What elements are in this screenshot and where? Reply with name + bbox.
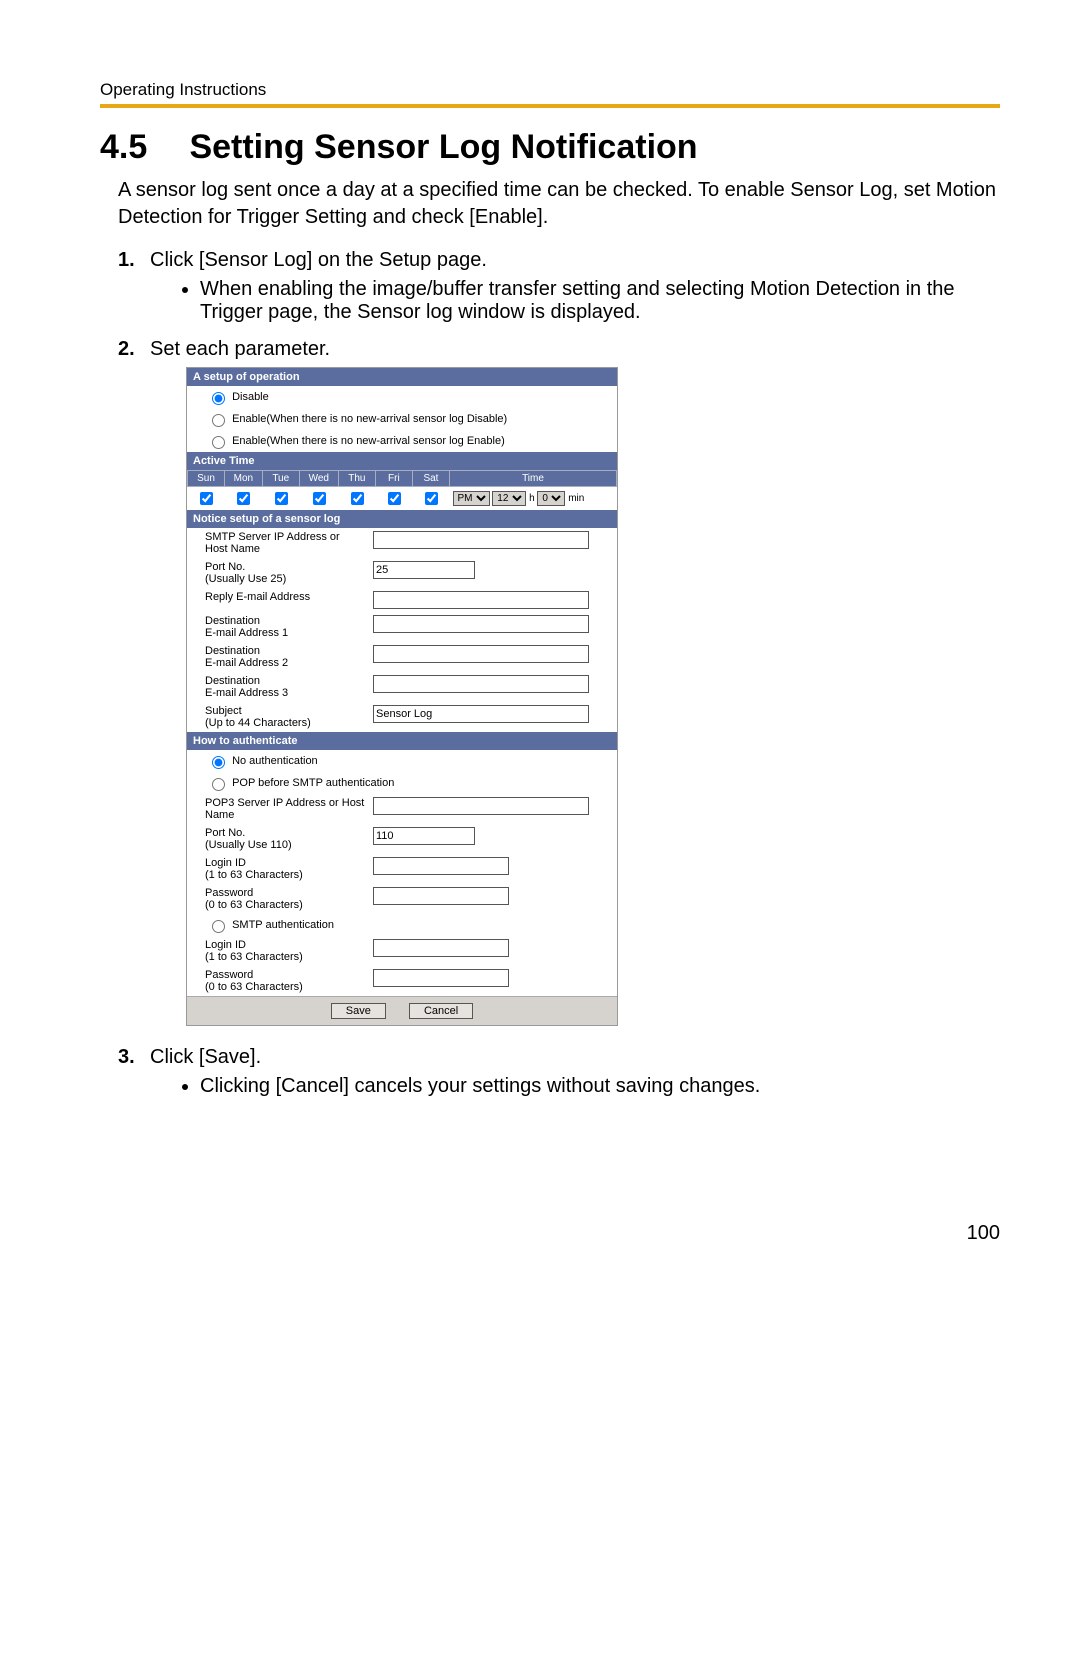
dest-label: Destination [205,615,260,627]
time-header: Time [450,471,617,487]
day-check-mon[interactable] [237,492,250,505]
min-label: min [568,493,584,504]
section-heading: Setting Sensor Log Notification [189,128,697,166]
auth-none-radio[interactable] [212,756,225,769]
login-sublabel: (1 to 63 Characters) [205,951,303,963]
step-number: 3. [118,1046,150,1102]
step-text: Set each parameter. [150,338,330,360]
dest-label: Destination [205,645,260,657]
step-text: Click [Save]. [150,1046,261,1068]
pop3-input[interactable] [373,797,589,815]
auth-pop-label: POP before SMTP authentication [232,777,394,789]
login-label: Login ID [205,857,246,869]
setup-header: A setup of operation [187,368,617,386]
step-bullet: Clicking [Cancel] cancels your settings … [200,1075,1000,1098]
cancel-button[interactable]: Cancel [409,1003,473,1019]
pwd-sublabel: (0 to 63 Characters) [205,899,303,911]
operation-enable-enable-label: Enable(When there is no new-arrival sens… [232,435,505,447]
operation-enable-disable-radio[interactable] [212,414,225,427]
auth-smtp-label: SMTP authentication [232,919,334,931]
settings-panel: A setup of operation Disable Enable(When… [186,367,618,1026]
reply-label: Reply E-mail Address [187,588,369,612]
auth-header: How to authenticate [187,732,617,750]
dest1-label: E-mail Address 1 [205,627,288,639]
day-check-sat[interactable] [425,492,438,505]
hour-select[interactable]: 12 [492,491,526,506]
min-select[interactable]: 0 [537,491,565,506]
step-2: 2. Set each parameter. A setup of operat… [118,338,1000,1036]
smtp-pwd-input[interactable] [373,969,509,987]
active-time-header: Active Time [187,452,617,470]
operation-enable-enable-radio[interactable] [212,436,225,449]
auth-none-label: No authentication [232,755,318,767]
port-input[interactable] [373,561,475,579]
day-check-wed[interactable] [313,492,326,505]
pwd-label: Password [205,969,253,981]
pop-pwd-input[interactable] [373,887,509,905]
dest2-label: E-mail Address 2 [205,657,288,669]
day-header: Sat [412,471,449,487]
login-label: Login ID [205,939,246,951]
day-header: Sun [188,471,225,487]
auth-smtp-radio[interactable] [212,920,225,933]
dest-label: Destination [205,675,260,687]
step-1: 1. Click [Sensor Log] on the Setup page.… [118,249,1000,328]
pop3-port-sublabel: (Usually Use 110) [205,839,292,851]
save-button[interactable]: Save [331,1003,386,1019]
step-bullet: When enabling the image/buffer transfer … [200,278,1000,324]
active-time-table: Sun Mon Tue Wed Thu Fri Sat Time [187,470,617,510]
day-check-sun[interactable] [200,492,213,505]
pop3-label: POP3 Server IP Address or Host Name [187,794,369,824]
day-header: Thu [338,471,375,487]
subject-label: Subject [205,705,242,717]
dest1-input[interactable] [373,615,589,633]
smtp-label: SMTP Server IP Address or Host Name [187,528,369,558]
page-number: 100 [100,1222,1000,1245]
step-3: 3. Click [Save]. Clicking [Cancel] cance… [118,1046,1000,1102]
section-title: 4.5 Setting Sensor Log Notification [100,128,1000,167]
pop3-port-label: Port No. [205,827,245,839]
step-text: Click [Sensor Log] on the Setup page. [150,249,487,271]
port-label: Port No. [205,561,245,573]
pwd-label: Password [205,887,253,899]
smtp-input[interactable] [373,531,589,549]
header-rule [100,104,1000,108]
day-header: Tue [262,471,299,487]
subject-input[interactable] [373,705,589,723]
dest3-input[interactable] [373,675,589,693]
day-header: Fri [375,471,412,487]
day-check-fri[interactable] [388,492,401,505]
ampm-select[interactable]: PM [453,491,490,506]
reply-input[interactable] [373,591,589,609]
day-check-tue[interactable] [275,492,288,505]
dest2-input[interactable] [373,645,589,663]
port-sublabel: (Usually Use 25) [205,573,286,585]
step-number: 2. [118,338,150,1036]
intro-paragraph: A sensor log sent once a day at a specif… [118,177,1000,231]
h-label: h [529,493,535,504]
day-check-thu[interactable] [351,492,364,505]
operation-disable-label: Disable [232,391,269,403]
subject-sublabel: (Up to 44 Characters) [205,717,311,729]
dest3-label: E-mail Address 3 [205,687,288,699]
pop3-port-input[interactable] [373,827,475,845]
section-number: 4.5 [100,128,180,167]
auth-pop-radio[interactable] [212,778,225,791]
operation-enable-disable-label: Enable(When there is no new-arrival sens… [232,413,507,425]
pwd-sublabel: (0 to 63 Characters) [205,981,303,993]
step-number: 1. [118,249,150,328]
day-header: Wed [299,471,338,487]
day-header: Mon [225,471,263,487]
header-name: Operating Instructions [100,80,1000,100]
notice-header: Notice setup of a sensor log [187,510,617,528]
pop-login-input[interactable] [373,857,509,875]
operation-disable-radio[interactable] [212,392,225,405]
smtp-login-input[interactable] [373,939,509,957]
login-sublabel: (1 to 63 Characters) [205,869,303,881]
